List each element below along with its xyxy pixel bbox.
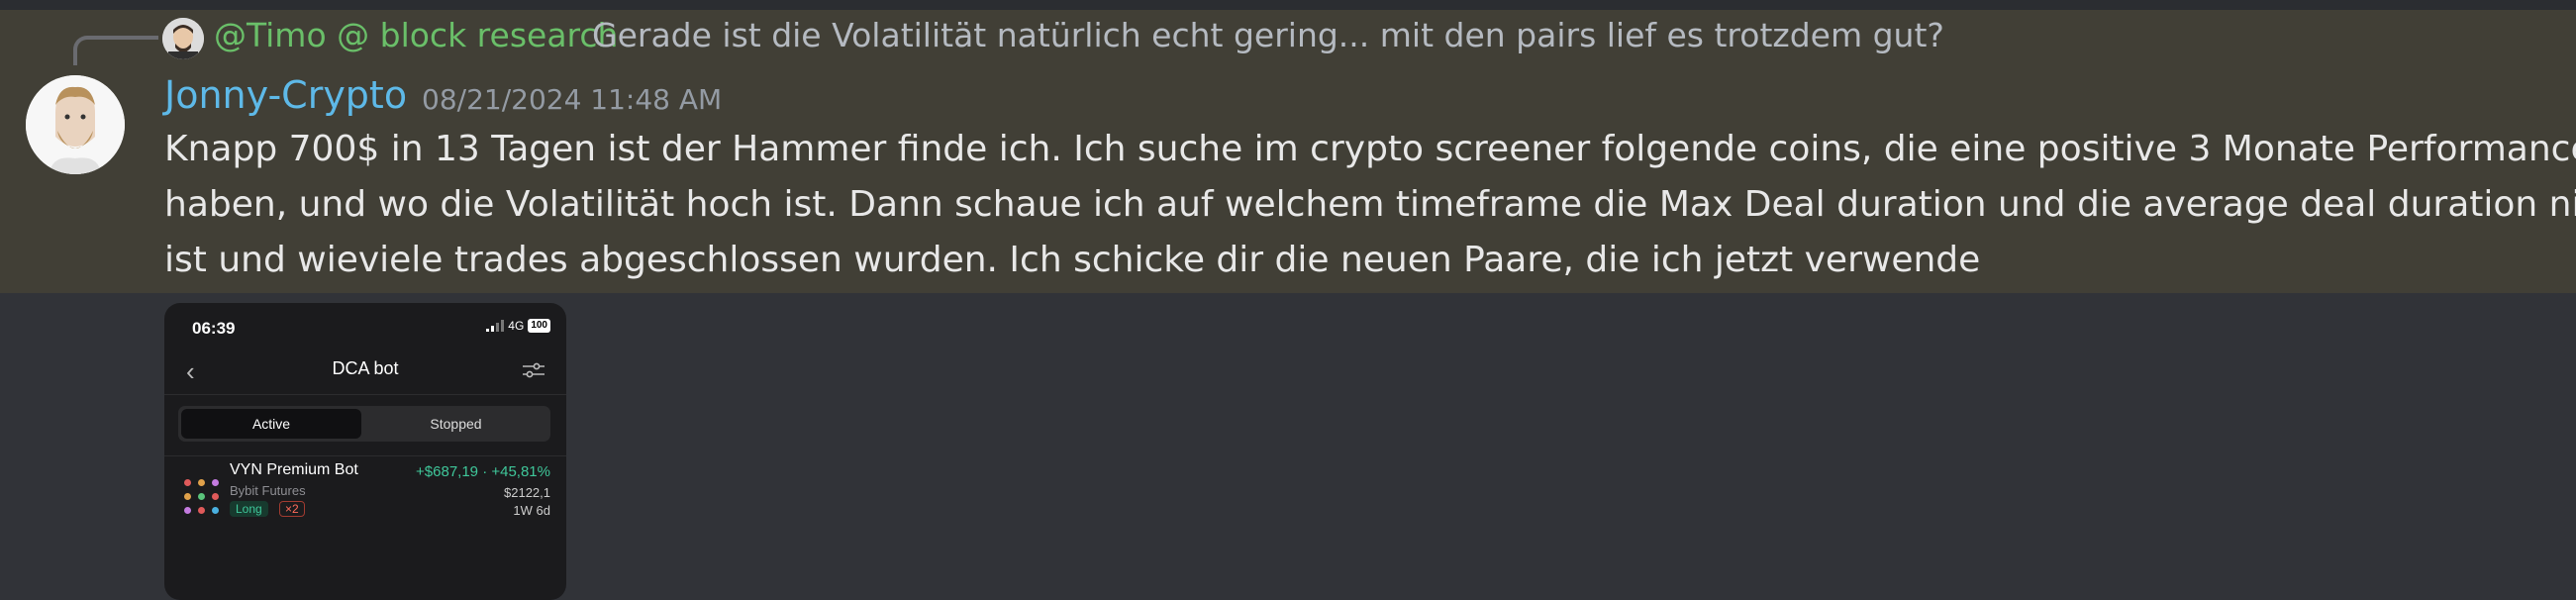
tab-active: Active: [181, 409, 361, 439]
bot-exchange: Bybit Futures: [230, 483, 306, 498]
phone-status-time: 06:39: [192, 319, 236, 338]
bot-dots-icon: [182, 477, 222, 517]
author-name[interactable]: Jonny-Crypto: [164, 73, 407, 117]
divider: [164, 455, 566, 456]
direction-badge: Long: [230, 501, 268, 517]
message-text-line: ist und wieviele trades abgeschlossen wu…: [164, 240, 1981, 280]
phone-status-bar: 4G 100: [486, 319, 550, 333]
segment-control: Active Stopped: [178, 406, 550, 442]
reply-avatar[interactable]: [162, 18, 204, 59]
bot-name: VYN Premium Bot: [230, 461, 358, 478]
image-attachment[interactable]: 06:39 4G 100 ‹ DCA bot Active Stopped VY…: [164, 303, 566, 600]
tab-stopped: Stopped: [430, 416, 482, 432]
message-timestamp: 08/21/2024 11:48 AM: [422, 83, 723, 116]
channel-top-strip: [0, 0, 2576, 10]
divider: [164, 394, 566, 395]
reply-connector: [73, 36, 158, 65]
message-text-line: Knapp 700$ in 13 Tagen ist der Hammer fi…: [164, 129, 2576, 169]
filter-sliders-icon: [523, 362, 545, 378]
battery-icon: 100: [528, 319, 550, 333]
message-text-line: haben, und wo die Volatilität hoch ist. …: [164, 184, 2576, 225]
reply-preview-text[interactable]: Gerade ist die Volatilität natürlich ech…: [592, 16, 1944, 54]
signal-icon: [486, 320, 505, 332]
reply-mention[interactable]: @Timo @ block research: [214, 16, 618, 54]
screen-title: DCA bot: [332, 358, 399, 378]
network-label: 4G: [508, 319, 525, 333]
author-avatar[interactable]: [26, 75, 125, 174]
bot-profit: +$687,19 · +45,81%: [416, 463, 550, 480]
leverage-badge: ×2: [279, 501, 305, 517]
bot-amount: $2122,1: [504, 485, 550, 500]
bot-duration: 1W 6d: [513, 503, 550, 518]
